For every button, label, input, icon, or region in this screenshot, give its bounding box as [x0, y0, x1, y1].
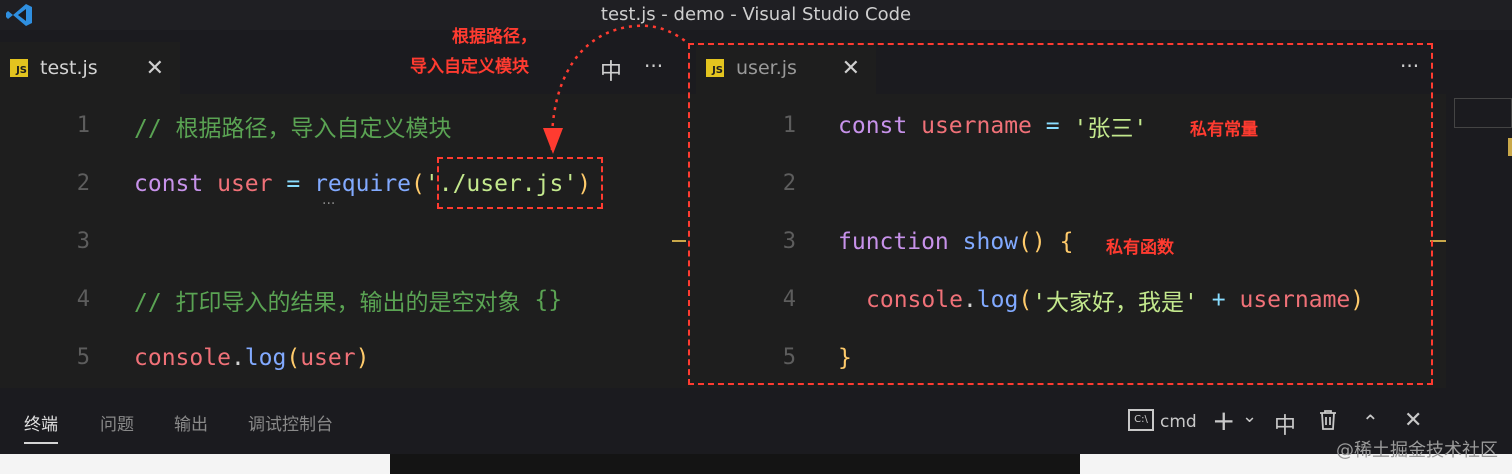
- close-panel-icon[interactable]: ✕: [1404, 408, 1422, 433]
- watermark: @稀土掘金技术社区: [1336, 440, 1498, 461]
- bottom-preview: [390, 454, 1080, 474]
- terminal-icon: C:\: [1128, 409, 1154, 431]
- tab-debug-console[interactable]: 调试控制台: [248, 410, 333, 435]
- tab-terminal[interactable]: 终端: [24, 410, 58, 444]
- tab-problems[interactable]: 问题: [100, 410, 134, 435]
- chevron-down-icon[interactable]: ⌄: [1242, 406, 1257, 427]
- add-terminal-icon[interactable]: +: [1212, 404, 1235, 437]
- split-terminal-icon[interactable]: 中: [1274, 408, 1296, 440]
- trash-icon[interactable]: [1318, 409, 1338, 431]
- maximize-panel-icon[interactable]: ⌃: [1362, 410, 1379, 434]
- panel-bar: 终端 问题 输出 调试控制台 C:\ cmd + ⌄ 中 ⌃ ✕: [0, 388, 1512, 454]
- tab-output[interactable]: 输出: [174, 410, 208, 435]
- terminal-name[interactable]: cmd: [1160, 412, 1197, 432]
